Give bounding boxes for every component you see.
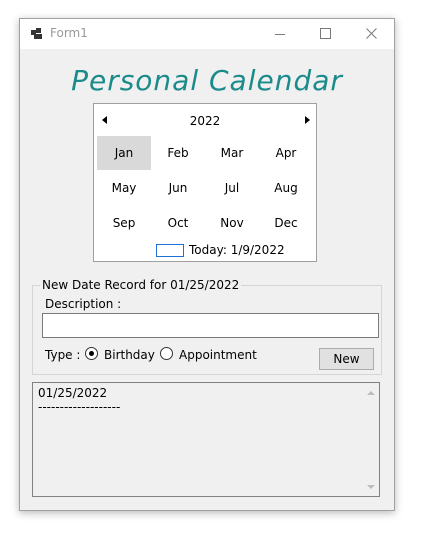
close-icon <box>366 28 377 39</box>
maximize-button[interactable] <box>303 19 347 49</box>
description-input[interactable] <box>42 313 379 338</box>
birthday-label[interactable]: Birthday <box>104 348 155 362</box>
birthday-radio[interactable] <box>85 347 98 360</box>
records-textbox[interactable]: 01/25/2022 ------------------- <box>32 382 380 497</box>
window-title: Form1 <box>50 26 88 40</box>
type-label: Type : <box>45 348 81 362</box>
page-title: Personal Calendar <box>71 64 343 97</box>
group-title: New Date Record for 01/25/2022 <box>40 278 242 292</box>
vertical-scrollbar[interactable] <box>363 384 379 495</box>
new-button[interactable]: New <box>319 348 374 370</box>
left-arrow-icon[interactable] <box>102 116 107 124</box>
today-link[interactable]: Today: 1/9/2022 <box>189 243 285 257</box>
month-nov[interactable]: Nov <box>205 206 259 240</box>
maximize-icon <box>320 28 331 39</box>
month-oct[interactable]: Oct <box>151 206 205 240</box>
month-feb[interactable]: Feb <box>151 136 205 170</box>
month-jun[interactable]: Jun <box>151 171 205 205</box>
month-jul[interactable]: Jul <box>205 171 259 205</box>
app-window: Form1 Personal Calendar 2022 Jan Feb Mar… <box>19 18 395 511</box>
month-sep[interactable]: Sep <box>97 206 151 240</box>
records-text: 01/25/2022 ------------------- <box>38 386 120 414</box>
title-bar: Form1 <box>20 19 394 49</box>
scroll-up-icon[interactable] <box>367 391 375 395</box>
appointment-radio[interactable] <box>160 347 173 360</box>
scroll-down-icon[interactable] <box>367 485 375 489</box>
month-aug[interactable]: Aug <box>259 171 313 205</box>
right-arrow-icon[interactable] <box>305 116 310 124</box>
appointment-label[interactable]: Appointment <box>179 348 257 362</box>
calendar-year[interactable]: 2022 <box>174 114 236 128</box>
month-dec[interactable]: Dec <box>259 206 313 240</box>
minimize-button[interactable] <box>258 19 302 49</box>
month-jan[interactable]: Jan <box>97 136 151 170</box>
today-indicator <box>156 244 184 257</box>
record-separator-line: ------------------- <box>38 400 121 414</box>
app-window-icon <box>31 28 43 40</box>
month-apr[interactable]: Apr <box>259 136 313 170</box>
description-label: Description : <box>45 297 122 311</box>
new-record-group: New Date Record for 01/25/2022 Descripti… <box>32 278 382 375</box>
minimize-icon <box>275 34 285 35</box>
calendar[interactable]: 2022 Jan Feb Mar Apr May Jun Jul Aug Sep… <box>93 103 317 262</box>
record-date-line: 01/25/2022 <box>38 386 108 400</box>
close-button[interactable] <box>349 19 393 49</box>
month-mar[interactable]: Mar <box>205 136 259 170</box>
month-may[interactable]: May <box>97 171 151 205</box>
